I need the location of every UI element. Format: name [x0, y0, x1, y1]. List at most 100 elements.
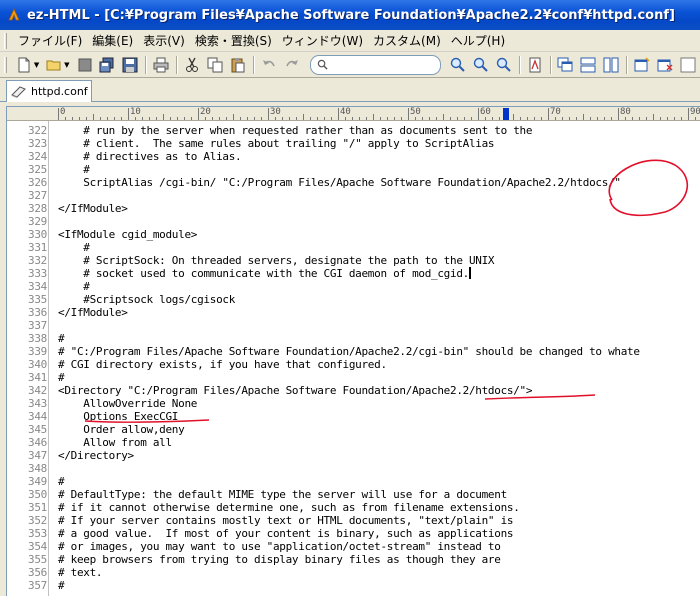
find-next-button[interactable] — [493, 54, 515, 76]
code-text[interactable]: # client. The same rules about trailing … — [58, 137, 494, 150]
code-text[interactable]: # — [58, 280, 90, 293]
code-text[interactable]: <IfModule cgid_module> — [58, 228, 197, 241]
code-text[interactable]: # text. — [58, 566, 103, 579]
close-file-button[interactable] — [74, 54, 96, 76]
code-line[interactable]: 348 — [7, 462, 700, 475]
code-text[interactable]: #Scriptsock logs/cgisock — [58, 293, 235, 306]
code-text[interactable]: # if it cannot otherwise determine one, … — [58, 501, 520, 514]
tile-vertical-button[interactable] — [600, 54, 622, 76]
code-text[interactable]: # a good value. If most of your content … — [58, 527, 514, 540]
code-line[interactable]: 357 # — [7, 579, 700, 592]
code-text[interactable]: <Directory "C:/Program Files/Apache Soft… — [58, 384, 533, 397]
close-window-button[interactable] — [654, 54, 676, 76]
toolbar-grip[interactable] — [4, 56, 7, 73]
code-text[interactable]: # — [58, 241, 90, 254]
title-bar[interactable]: ez-HTML - [C:¥Program Files¥Apache Softw… — [0, 0, 700, 30]
code-line[interactable]: 323 # client. The same rules about trail… — [7, 137, 700, 150]
copy-button[interactable] — [204, 54, 226, 76]
code-text[interactable]: # CGI directory exists, if you have that… — [58, 358, 387, 371]
menu-view[interactable]: 表示(V) — [138, 32, 190, 49]
code-text[interactable]: # — [58, 163, 90, 176]
menu-grip[interactable] — [4, 32, 7, 49]
code-line[interactable]: 326 ScriptAlias /cgi-bin/ "C:/Program Fi… — [7, 176, 700, 189]
code-line[interactable]: 349 # — [7, 475, 700, 488]
code-line[interactable]: 324 # directives as to Alias. — [7, 150, 700, 163]
code-text[interactable]: </IfModule> — [58, 306, 128, 319]
code-line[interactable]: 353 # a good value. If most of your conte… — [7, 527, 700, 540]
code-line[interactable]: 334 # — [7, 280, 700, 293]
code-line[interactable]: 341 # — [7, 371, 700, 384]
preview-button[interactable] — [524, 54, 546, 76]
code-line[interactable]: 331 # — [7, 241, 700, 254]
code-lines[interactable]: 322 # run by the server when requested r… — [7, 124, 700, 592]
code-line[interactable]: 322 # run by the server when requested r… — [7, 124, 700, 137]
code-line[interactable]: 325 # — [7, 163, 700, 176]
new-file-button[interactable] — [13, 54, 35, 76]
code-text[interactable]: ScriptAlias /cgi-bin/ "C:/Program Files/… — [58, 176, 621, 189]
code-text[interactable]: </IfModule> — [58, 202, 128, 215]
code-line[interactable]: 350 # DefaultType: the default MIME type … — [7, 488, 700, 501]
tab-httpd-conf[interactable]: httpd.conf — [6, 80, 92, 102]
code-line[interactable]: 352 # If your server contains mostly text… — [7, 514, 700, 527]
code-editor[interactable]: 0 10 20 30 40 50 60 70 80 90 322 # run by the ser… — [6, 106, 700, 596]
menu-window[interactable]: ウィンドウ(W) — [277, 32, 368, 49]
code-text[interactable]: Order allow,deny — [58, 423, 184, 436]
code-line[interactable]: 337 — [7, 319, 700, 332]
code-text[interactable]: # keep browsers from trying to display b… — [58, 553, 501, 566]
save-all-button[interactable] — [96, 54, 118, 76]
code-line[interactable]: 351 # if it cannot otherwise determine on… — [7, 501, 700, 514]
code-text[interactable]: </Directory> — [58, 449, 134, 462]
menu-file[interactable]: ファイル(F) — [13, 32, 87, 49]
code-line[interactable]: 327 — [7, 189, 700, 202]
cut-button[interactable] — [181, 54, 203, 76]
find-button[interactable] — [447, 54, 469, 76]
extra-button[interactable] — [677, 54, 699, 76]
cascade-windows-button[interactable] — [555, 54, 577, 76]
code-text[interactable]: # "C:/Program Files/Apache Software Foun… — [58, 345, 640, 358]
code-text[interactable]: # or images, you may want to use "applic… — [58, 540, 501, 553]
code-line[interactable]: 330 <IfModule cgid_module> — [7, 228, 700, 241]
code-line[interactable]: 347 </Directory> — [7, 449, 700, 462]
menu-edit[interactable]: 編集(E) — [87, 32, 138, 49]
code-line[interactable]: 355 # keep browsers from trying to displa… — [7, 553, 700, 566]
code-text[interactable]: # socket used to communicate with the CG… — [58, 267, 471, 280]
code-text[interactable]: Allow from all — [58, 436, 172, 449]
code-text[interactable]: # DefaultType: the default MIME type the… — [58, 488, 507, 501]
code-line[interactable]: 340 # CGI directory exists, if you have t… — [7, 358, 700, 371]
tile-horizontal-button[interactable] — [577, 54, 599, 76]
new-file-dropdown-icon[interactable]: ▼ — [34, 61, 39, 69]
code-line[interactable]: 346 Allow from all — [7, 436, 700, 449]
code-line[interactable]: 335 #Scriptsock logs/cgisock — [7, 293, 700, 306]
redo-button[interactable] — [281, 54, 303, 76]
code-line[interactable]: 343 AllowOverride None — [7, 397, 700, 410]
new-window-button[interactable] — [631, 54, 653, 76]
code-text[interactable]: # — [58, 371, 65, 384]
code-line[interactable]: 344 Options ExecCGI — [7, 410, 700, 423]
code-text[interactable]: AllowOverride None — [58, 397, 197, 410]
code-text[interactable]: # — [58, 579, 65, 592]
code-text[interactable]: Options ExecCGI — [58, 410, 178, 423]
print-button[interactable] — [150, 54, 172, 76]
open-dropdown-icon[interactable]: ▼ — [64, 61, 69, 69]
find-previous-button[interactable] — [470, 54, 492, 76]
code-line[interactable]: 339 # "C:/Program Files/Apache Software F… — [7, 345, 700, 358]
menu-search-replace[interactable]: 検索・置換(S) — [190, 32, 277, 49]
code-text[interactable]: # run by the server when requested rathe… — [58, 124, 532, 137]
code-text[interactable]: # — [58, 332, 65, 345]
code-line[interactable]: 345 Order allow,deny — [7, 423, 700, 436]
code-line[interactable]: 332 # ScriptSock: On threaded servers, d… — [7, 254, 700, 267]
code-line[interactable]: 356 # text. — [7, 566, 700, 579]
code-line[interactable]: 333 # socket used to communicate with th… — [7, 267, 700, 280]
code-text[interactable]: # directives as to Alias. — [58, 150, 241, 163]
open-button[interactable] — [43, 54, 65, 76]
menu-help[interactable]: ヘルプ(H) — [446, 32, 510, 49]
code-line[interactable]: 338 # — [7, 332, 700, 345]
code-line[interactable]: 342 <Directory "C:/Program Files/Apache S… — [7, 384, 700, 397]
save-button[interactable] — [119, 54, 141, 76]
paste-button[interactable] — [227, 54, 249, 76]
code-line[interactable]: 354 # or images, you may want to use "app… — [7, 540, 700, 553]
code-text[interactable]: # If your server contains mostly text or… — [58, 514, 514, 527]
code-line[interactable]: 329 — [7, 215, 700, 228]
code-text[interactable]: # ScriptSock: On threaded servers, desig… — [58, 254, 494, 267]
menu-custom[interactable]: カスタム(M) — [368, 32, 446, 49]
